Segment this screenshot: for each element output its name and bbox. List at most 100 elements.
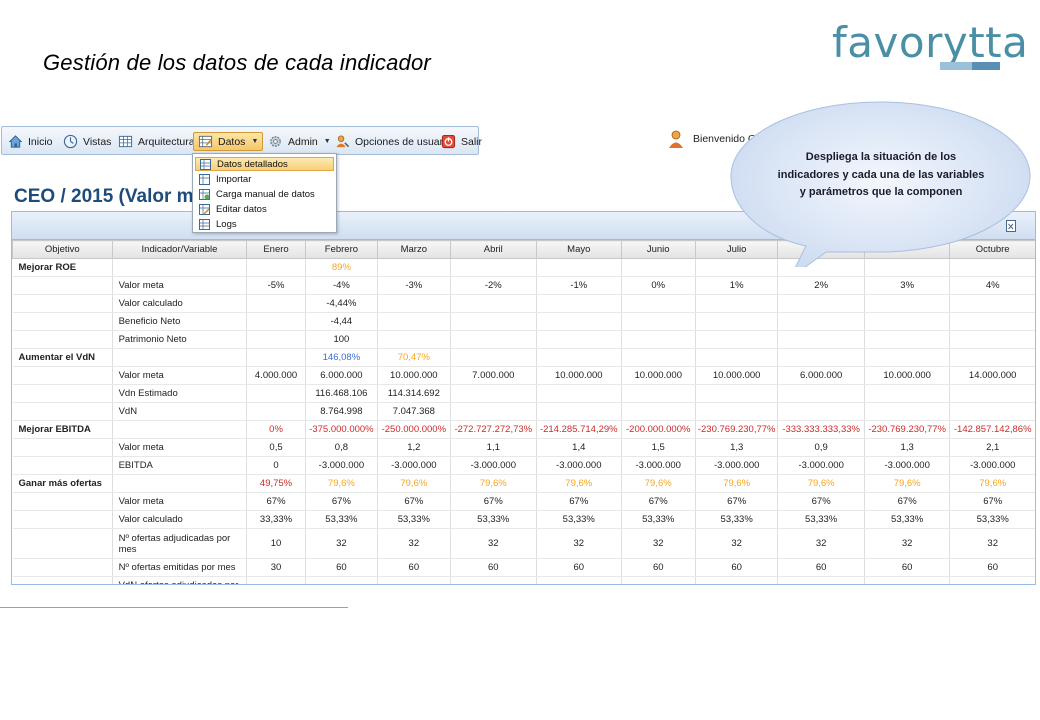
toolbar-admin[interactable]: Admin ▼ bbox=[268, 132, 331, 151]
toolbar-admin-label: Admin bbox=[288, 135, 318, 148]
column-header[interactable]: Objetivo bbox=[12, 240, 113, 259]
toolbar-inicio[interactable]: Inicio bbox=[8, 132, 53, 151]
value-cell bbox=[377, 312, 451, 331]
objective-cell bbox=[12, 510, 113, 529]
value-cell bbox=[377, 576, 451, 584]
menu-item-importar[interactable]: Importar bbox=[195, 172, 334, 186]
menu-item-label: Logs bbox=[216, 218, 237, 230]
column-header[interactable]: Indicador/Variable bbox=[111, 240, 248, 259]
value-cell bbox=[246, 258, 306, 277]
value-cell: 79,6% bbox=[695, 474, 779, 493]
column-header[interactable]: Febrero bbox=[304, 240, 379, 259]
value-cell bbox=[536, 384, 622, 403]
indicator-cell bbox=[112, 258, 248, 277]
value-cell bbox=[695, 576, 779, 584]
table-row: VdN 8.764.998 7.047.368 bbox=[12, 402, 1035, 421]
value-cell: 60 bbox=[777, 558, 865, 577]
value-cell bbox=[695, 312, 779, 331]
column-header[interactable]: Marzo bbox=[377, 240, 451, 259]
table-row: Valor calculado 33,33% 53,33% 53,33% 53,33% 5… bbox=[12, 510, 1035, 529]
value-cell: 67% bbox=[246, 492, 306, 511]
menu-item-datos-detallados[interactable]: Datos detallados bbox=[195, 157, 334, 171]
value-cell bbox=[246, 294, 306, 313]
value-cell bbox=[536, 330, 622, 349]
toolbar-salir[interactable]: Salir bbox=[441, 132, 482, 151]
exit-icon bbox=[441, 134, 456, 149]
indicator-data-table: Objetivo Indicador/Variable Enero Febrero Ma… bbox=[12, 240, 1035, 584]
slide-title: Gestión de los datos de cada indicador bbox=[43, 50, 431, 75]
value-cell: 10 bbox=[246, 528, 306, 559]
value-cell bbox=[536, 258, 622, 277]
user-avatar-icon bbox=[669, 130, 683, 148]
value-cell bbox=[536, 294, 622, 313]
toolbar-datos[interactable]: Datos ▼ bbox=[193, 132, 264, 151]
value-cell bbox=[949, 330, 1035, 349]
menu-item-editar-datos[interactable]: Editar datos bbox=[195, 202, 334, 216]
value-cell: 67% bbox=[450, 492, 538, 511]
value-cell bbox=[246, 330, 306, 349]
value-cell: 67% bbox=[695, 492, 779, 511]
table-row: Beneficio Neto -4,44 bbox=[12, 312, 1035, 331]
value-cell: -4,44 bbox=[305, 312, 379, 331]
value-cell: 10.000.000 bbox=[621, 366, 696, 385]
datos-dropdown-menu: Datos detallados Importar Carga manual d… bbox=[192, 153, 337, 233]
value-cell: -250.000.000% bbox=[377, 420, 451, 439]
indicator-cell bbox=[112, 474, 248, 493]
value-cell: 32 bbox=[305, 528, 379, 559]
manual-load-icon bbox=[199, 188, 210, 200]
value-cell: 79,6% bbox=[450, 474, 538, 493]
value-cell: -200.000.000% bbox=[621, 420, 696, 439]
value-cell bbox=[777, 312, 865, 331]
value-cell: 10.000.000 bbox=[377, 366, 451, 385]
value-cell: 53,33% bbox=[305, 510, 379, 529]
value-cell bbox=[377, 294, 451, 313]
value-cell: -3.000.000 bbox=[377, 456, 451, 475]
objective-cell bbox=[12, 402, 113, 421]
value-cell: -5% bbox=[246, 276, 306, 295]
menu-item-label: Importar bbox=[216, 173, 252, 185]
value-cell: 7.047.368 bbox=[377, 402, 451, 421]
value-cell: 1,3 bbox=[695, 438, 779, 457]
objective-cell bbox=[12, 294, 113, 313]
table-row: Nº ofertas emitidas por mes 30 60 60 60 60 60 6… bbox=[12, 558, 1035, 577]
value-cell: 53,33% bbox=[536, 510, 622, 529]
menu-item-carga-manual[interactable]: Carga manual de datos bbox=[195, 187, 334, 201]
value-cell bbox=[621, 312, 696, 331]
value-cell: 146,08% bbox=[305, 348, 379, 367]
toolbar-vistas[interactable]: Vistas bbox=[63, 132, 111, 151]
value-cell bbox=[377, 258, 451, 277]
views-icon bbox=[63, 134, 78, 149]
column-header[interactable]: Junio bbox=[620, 240, 696, 259]
value-cell: 33,33% bbox=[246, 510, 306, 529]
toolbar-opciones-usuario[interactable]: Opciones de usuario bbox=[335, 132, 451, 151]
value-cell: -4,44% bbox=[305, 294, 379, 313]
value-cell: 10.000.000 bbox=[536, 366, 622, 385]
column-header[interactable]: Abril bbox=[449, 240, 538, 259]
value-cell: 60 bbox=[305, 558, 379, 577]
value-cell: 116.468.106 bbox=[305, 384, 379, 403]
value-cell: -4% bbox=[305, 276, 379, 295]
menu-item-logs[interactable]: Logs bbox=[195, 217, 334, 231]
table-row: Mejorar EBITDA 0% -375.000.000% -250.000.00… bbox=[12, 420, 1035, 439]
value-cell: 53,33% bbox=[621, 510, 696, 529]
brand-bar-light bbox=[940, 62, 972, 70]
table-row: EBITDA 0 -3.000.000 -3.000.000 -3.000.000 -3.… bbox=[12, 456, 1035, 475]
value-cell bbox=[621, 384, 696, 403]
value-cell: 60 bbox=[864, 558, 951, 577]
value-cell: -214.285.714,29% bbox=[536, 420, 622, 439]
value-cell: 79,6% bbox=[864, 474, 951, 493]
value-cell: 67% bbox=[949, 492, 1035, 511]
toolbar-arquitectura[interactable]: Arquitectura bbox=[118, 132, 195, 151]
value-cell: 32 bbox=[864, 528, 951, 559]
column-header[interactable]: Enero bbox=[246, 240, 306, 259]
column-header[interactable]: Mayo bbox=[536, 240, 622, 259]
value-cell bbox=[536, 402, 622, 421]
value-cell: -333.333.333,33% bbox=[777, 420, 865, 439]
value-cell: 53,33% bbox=[377, 510, 451, 529]
value-cell: -272.727.272,73% bbox=[450, 420, 538, 439]
value-cell: -230.769.230,77% bbox=[695, 420, 779, 439]
value-cell: 67% bbox=[777, 492, 865, 511]
value-cell bbox=[536, 348, 622, 367]
value-cell: 79,6% bbox=[949, 474, 1035, 493]
value-cell: 32 bbox=[621, 528, 696, 559]
